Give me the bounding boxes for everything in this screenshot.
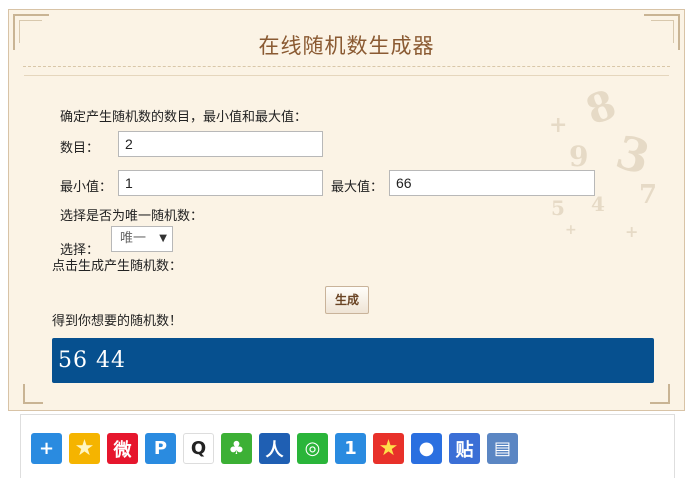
chevron-down-icon: ▼ — [159, 233, 167, 244]
qq-icon[interactable]: Q — [183, 433, 214, 464]
count-input[interactable]: 2 — [118, 131, 323, 157]
generate-button[interactable]: 生成 — [325, 286, 369, 314]
baidu-icon[interactable]: ● — [411, 433, 442, 464]
page: 在线随机数生成器 8 + 3 9 7 4 5 + + 确定产生随机数的数目，最小… — [0, 0, 693, 478]
yiyi-icon[interactable]: 1 — [335, 433, 366, 464]
count-label: 数目： — [60, 141, 100, 156]
unique-prompt: 选择是否为唯一随机数： — [60, 209, 204, 224]
min-input[interactable]: 1 — [118, 170, 323, 196]
min-label: 最小值： — [60, 180, 113, 195]
print-icon[interactable]: ▤ — [487, 433, 518, 464]
generate-prompt: 点击生成产生随机数： — [52, 259, 183, 274]
max-input[interactable]: 66 — [389, 170, 595, 196]
kaixin-icon[interactable]: ♣ — [221, 433, 252, 464]
unique-select-value: 唯一 — [120, 231, 147, 246]
share-more-icon[interactable]: + — [31, 433, 62, 464]
wechat-icon[interactable]: ◎ — [297, 433, 328, 464]
favorite-star-icon[interactable]: ★ — [373, 433, 404, 464]
max-label: 最大值： — [331, 180, 384, 195]
tieba-icon[interactable]: 贴 — [449, 433, 480, 464]
intro-label: 确定产生随机数的数目，最小值和最大值： — [60, 110, 308, 125]
generator-panel: 在线随机数生成器 8 + 3 9 7 4 5 + + 确定产生随机数的数目，最小… — [8, 9, 685, 411]
result-display: 56 44 — [52, 338, 654, 383]
qzone-icon[interactable]: ★ — [69, 433, 100, 464]
weibo-icon[interactable]: 微 — [107, 433, 138, 464]
tencent-weibo-icon[interactable]: P — [145, 433, 176, 464]
title-divider — [23, 66, 670, 67]
numbers-decoration: 8 + 3 9 7 4 5 + + — [549, 80, 658, 241]
page-title: 在线随机数生成器 — [258, 34, 435, 58]
result-label: 得到你想要的随机数！ — [52, 314, 183, 329]
share-bar: + ★ 微 P Q ♣ 人 ◎ 1 ★ ● 贴 ▤ — [20, 414, 675, 478]
renren-icon[interactable]: 人 — [259, 433, 290, 464]
unique-select[interactable]: 唯一 ▼ — [111, 226, 173, 252]
